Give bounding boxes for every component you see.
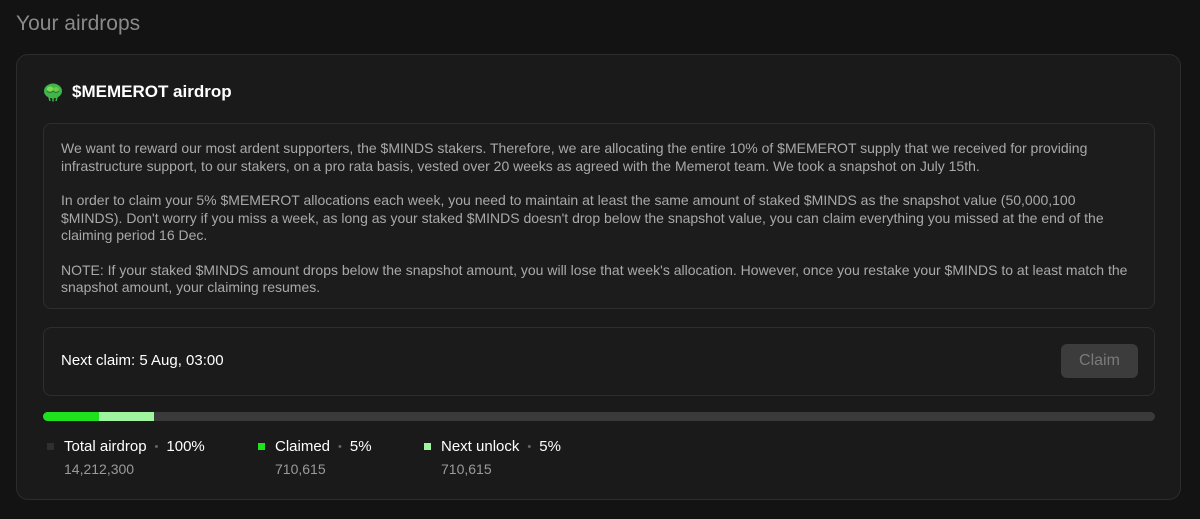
legend-label: Next unlock xyxy=(441,438,520,455)
claim-button[interactable]: Claim xyxy=(1061,344,1138,378)
description-paragraph: In order to claim your 5% $MEMEROT alloc… xyxy=(61,192,1104,243)
page-title: Your airdrops xyxy=(16,12,141,35)
description-note: NOTE: If your staked $MINDS amount drops… xyxy=(61,261,1128,296)
next-claim-text: Next claim: 5 Aug, 03:00 xyxy=(61,352,224,369)
airdrop-title: $MEMEROT airdrop xyxy=(72,82,232,101)
legend-percent: 5% xyxy=(349,438,372,455)
legend-percent: 100% xyxy=(166,438,205,455)
legend-label: Total airdrop xyxy=(64,438,147,455)
airdrop-progress-bar xyxy=(43,412,1155,421)
legend-value: 14,212,300 xyxy=(64,461,135,477)
legend-percent: 5% xyxy=(539,438,561,455)
description-paragraph: We want to reward our most ardent suppor… xyxy=(61,140,1088,174)
claim-panel: Next claim: 5 Aug, 03:00 Claim xyxy=(43,327,1155,396)
separator-dot: • xyxy=(154,440,159,453)
legend-next-unlock: Next unlock • 5% 710,615 xyxy=(424,438,561,477)
total-airdrop-swatch xyxy=(47,443,54,450)
claimed-swatch xyxy=(258,443,265,450)
legend-value: 710,615 xyxy=(441,461,492,477)
progress-next-unlock xyxy=(98,412,155,421)
separator-dot: • xyxy=(527,440,532,453)
airdrop-card: $MEMEROT airdrop We want to reward our m… xyxy=(16,54,1181,500)
next-unlock-swatch xyxy=(424,443,431,450)
separator-dot: • xyxy=(338,440,342,453)
progress-claimed xyxy=(43,412,99,421)
brain-icon xyxy=(44,83,62,102)
legend-value: 710,615 xyxy=(275,461,326,477)
legend-label: Claimed xyxy=(275,438,331,455)
legend-total-airdrop: Total airdrop • 100% 14,212,300 xyxy=(47,438,205,477)
legend-claimed: Claimed • 5% 710,615 xyxy=(258,438,372,477)
description-box: We want to reward our most ardent suppor… xyxy=(43,123,1155,309)
airdrop-header: $MEMEROT airdrop xyxy=(43,82,232,102)
